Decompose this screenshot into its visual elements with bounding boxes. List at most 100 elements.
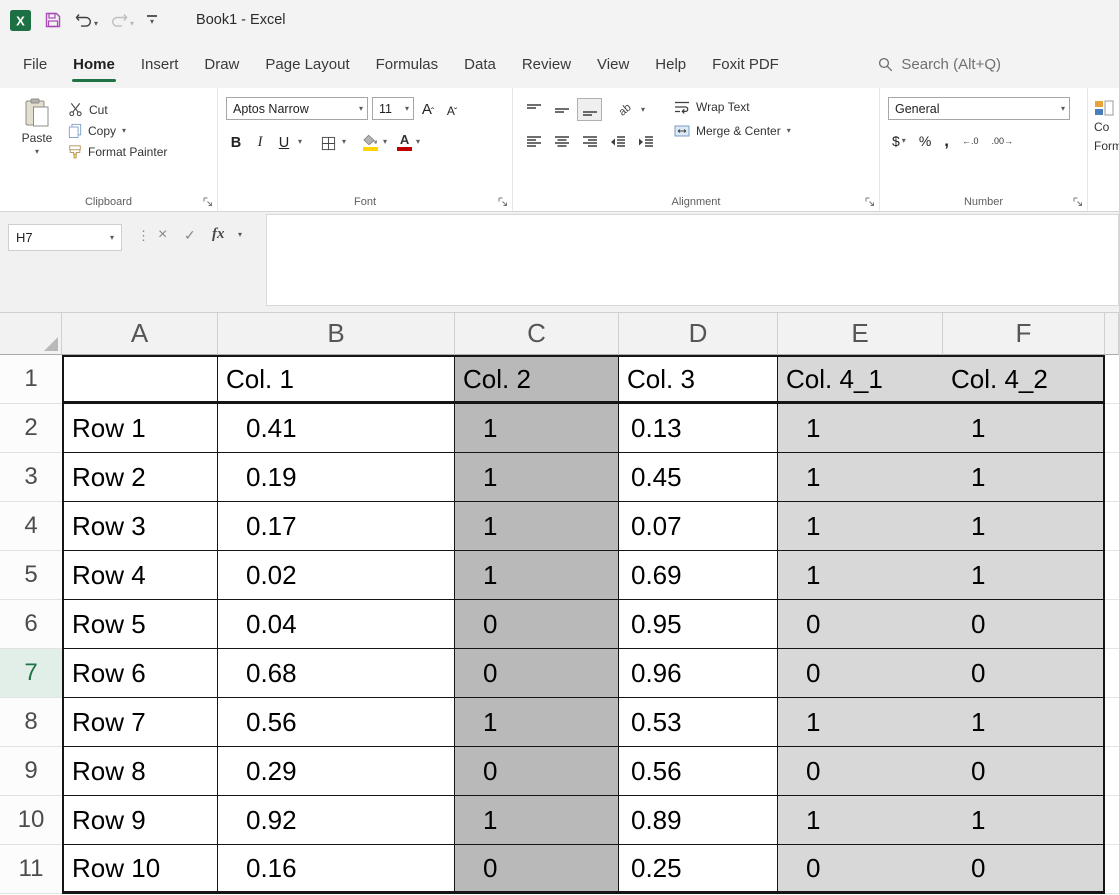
cancel-icon[interactable]: ×: [158, 226, 167, 244]
cell-E5[interactable]: 1: [778, 551, 943, 600]
cell-A1[interactable]: [62, 355, 218, 404]
cell-G6[interactable]: [1105, 600, 1119, 649]
cell-C3[interactable]: 1: [455, 453, 619, 502]
cell-E9[interactable]: 0: [778, 747, 943, 796]
cell-F6[interactable]: 0: [943, 600, 1105, 649]
font-color-button[interactable]: A: [397, 133, 413, 151]
name-box[interactable]: H7 ▾: [8, 224, 122, 251]
cell-B3[interactable]: 0.19: [218, 453, 455, 502]
tab-home[interactable]: Home: [60, 44, 128, 85]
column-header-F[interactable]: F: [943, 313, 1105, 355]
cell-F1[interactable]: Col. 4_2: [943, 355, 1105, 404]
cell-E7[interactable]: 0: [778, 649, 943, 698]
cell-B7[interactable]: 0.68: [218, 649, 455, 698]
column-header-A[interactable]: A: [62, 313, 218, 355]
paste-dropdown-icon[interactable]: ▾: [35, 148, 39, 156]
row-header-10[interactable]: 10: [0, 796, 62, 845]
orientation-button[interactable]: ab: [613, 98, 638, 121]
underline-dropdown-icon[interactable]: ▾: [298, 138, 302, 146]
tab-help[interactable]: Help: [642, 44, 699, 85]
formula-bar-resize-handle[interactable]: ⋮: [137, 228, 150, 244]
cell-F3[interactable]: 1: [943, 453, 1105, 502]
cell-F8[interactable]: 1: [943, 698, 1105, 747]
column-header-B[interactable]: B: [218, 313, 455, 355]
row-header-9[interactable]: 9: [0, 747, 62, 796]
redo-dropdown-icon[interactable]: ▾: [130, 19, 134, 28]
cell-E6[interactable]: 0: [778, 600, 943, 649]
clipboard-dialog-launcher-icon[interactable]: [203, 197, 213, 207]
italic-button[interactable]: I: [250, 131, 270, 153]
cell-G11[interactable]: [1105, 845, 1119, 894]
cell-D9[interactable]: 0.56: [619, 747, 778, 796]
row-header-6[interactable]: 6: [0, 600, 62, 649]
column-header-C[interactable]: C: [455, 313, 619, 355]
cell-G3[interactable]: [1105, 453, 1119, 502]
cell-D5[interactable]: 0.69: [619, 551, 778, 600]
column-header-E[interactable]: E: [778, 313, 943, 355]
cell-F9[interactable]: 0: [943, 747, 1105, 796]
cell-D10[interactable]: 0.89: [619, 796, 778, 845]
cell-A10[interactable]: Row 9: [62, 796, 218, 845]
font-size-select[interactable]: 11 ▾: [372, 97, 414, 120]
column-header-D[interactable]: D: [619, 313, 778, 355]
borders-dropdown-icon[interactable]: ▾: [342, 138, 346, 146]
cell-G10[interactable]: [1105, 796, 1119, 845]
column-header-G-partial[interactable]: [1105, 313, 1119, 355]
name-box-dropdown-icon[interactable]: ▾: [110, 233, 114, 242]
cell-G8[interactable]: [1105, 698, 1119, 747]
currency-format-button[interactable]: $ ▾: [892, 133, 906, 149]
merge-center-button[interactable]: Merge & Center ▾: [674, 124, 791, 138]
cut-button[interactable]: Cut: [68, 102, 167, 117]
cell-C8[interactable]: 1: [455, 698, 619, 747]
enter-icon[interactable]: ✓: [184, 227, 196, 244]
row-header-5[interactable]: 5: [0, 551, 62, 600]
fill-color-dropdown-icon[interactable]: ▾: [383, 138, 387, 146]
cell-C7[interactable]: 0: [455, 649, 619, 698]
tab-data[interactable]: Data: [451, 44, 509, 85]
tab-file[interactable]: File: [10, 44, 60, 85]
bold-button[interactable]: B: [226, 131, 246, 153]
increase-font-size-button[interactable]: Aˆ: [418, 98, 438, 120]
align-center-button[interactable]: [549, 130, 574, 153]
tab-draw[interactable]: Draw: [191, 44, 252, 85]
cell-F11[interactable]: 0: [943, 845, 1105, 894]
cell-B5[interactable]: 0.02: [218, 551, 455, 600]
cell-C6[interactable]: 0: [455, 600, 619, 649]
row-header-4[interactable]: 4: [0, 502, 62, 551]
cell-F4[interactable]: 1: [943, 502, 1105, 551]
orientation-dropdown-icon[interactable]: ▾: [641, 105, 645, 114]
cell-D7[interactable]: 0.96: [619, 649, 778, 698]
cell-C9[interactable]: 0: [455, 747, 619, 796]
copy-dropdown-icon[interactable]: ▾: [122, 126, 126, 135]
decrease-indent-button[interactable]: [605, 130, 630, 153]
cell-B10[interactable]: 0.92: [218, 796, 455, 845]
cell-G4[interactable]: [1105, 502, 1119, 551]
number-dialog-launcher-icon[interactable]: [1073, 197, 1083, 207]
row-header-1[interactable]: 1: [0, 355, 62, 404]
cell-C5[interactable]: 1: [455, 551, 619, 600]
decrease-decimal-button[interactable]: .00→: [992, 136, 1014, 146]
font-color-dropdown-icon[interactable]: ▾: [416, 138, 420, 146]
cell-C11[interactable]: 0: [455, 845, 619, 894]
formula-dropdown-icon[interactable]: ▾: [238, 231, 242, 239]
undo-button[interactable]: ▾: [75, 13, 98, 28]
cell-A8[interactable]: Row 7: [62, 698, 218, 747]
tab-view[interactable]: View: [584, 44, 642, 85]
cell-E11[interactable]: 0: [778, 845, 943, 894]
font-dialog-launcher-icon[interactable]: [498, 197, 508, 207]
cell-A7[interactable]: Row 6: [62, 649, 218, 698]
cell-E4[interactable]: 1: [778, 502, 943, 551]
insert-function-icon[interactable]: fx: [212, 226, 225, 243]
increase-indent-button[interactable]: [633, 130, 658, 153]
formula-input[interactable]: [266, 214, 1119, 306]
wrap-text-button[interactable]: Wrap Text: [674, 100, 791, 114]
cell-A4[interactable]: Row 3: [62, 502, 218, 551]
cell-F2[interactable]: 1: [943, 404, 1105, 453]
merge-center-dropdown-icon[interactable]: ▾: [787, 127, 791, 135]
cell-C10[interactable]: 1: [455, 796, 619, 845]
cell-F10[interactable]: 1: [943, 796, 1105, 845]
cell-D4[interactable]: 0.07: [619, 502, 778, 551]
conditional-formatting-partial[interactable]: Co Form: [1088, 88, 1119, 211]
cell-A3[interactable]: Row 2: [62, 453, 218, 502]
align-middle-button[interactable]: [549, 98, 574, 121]
